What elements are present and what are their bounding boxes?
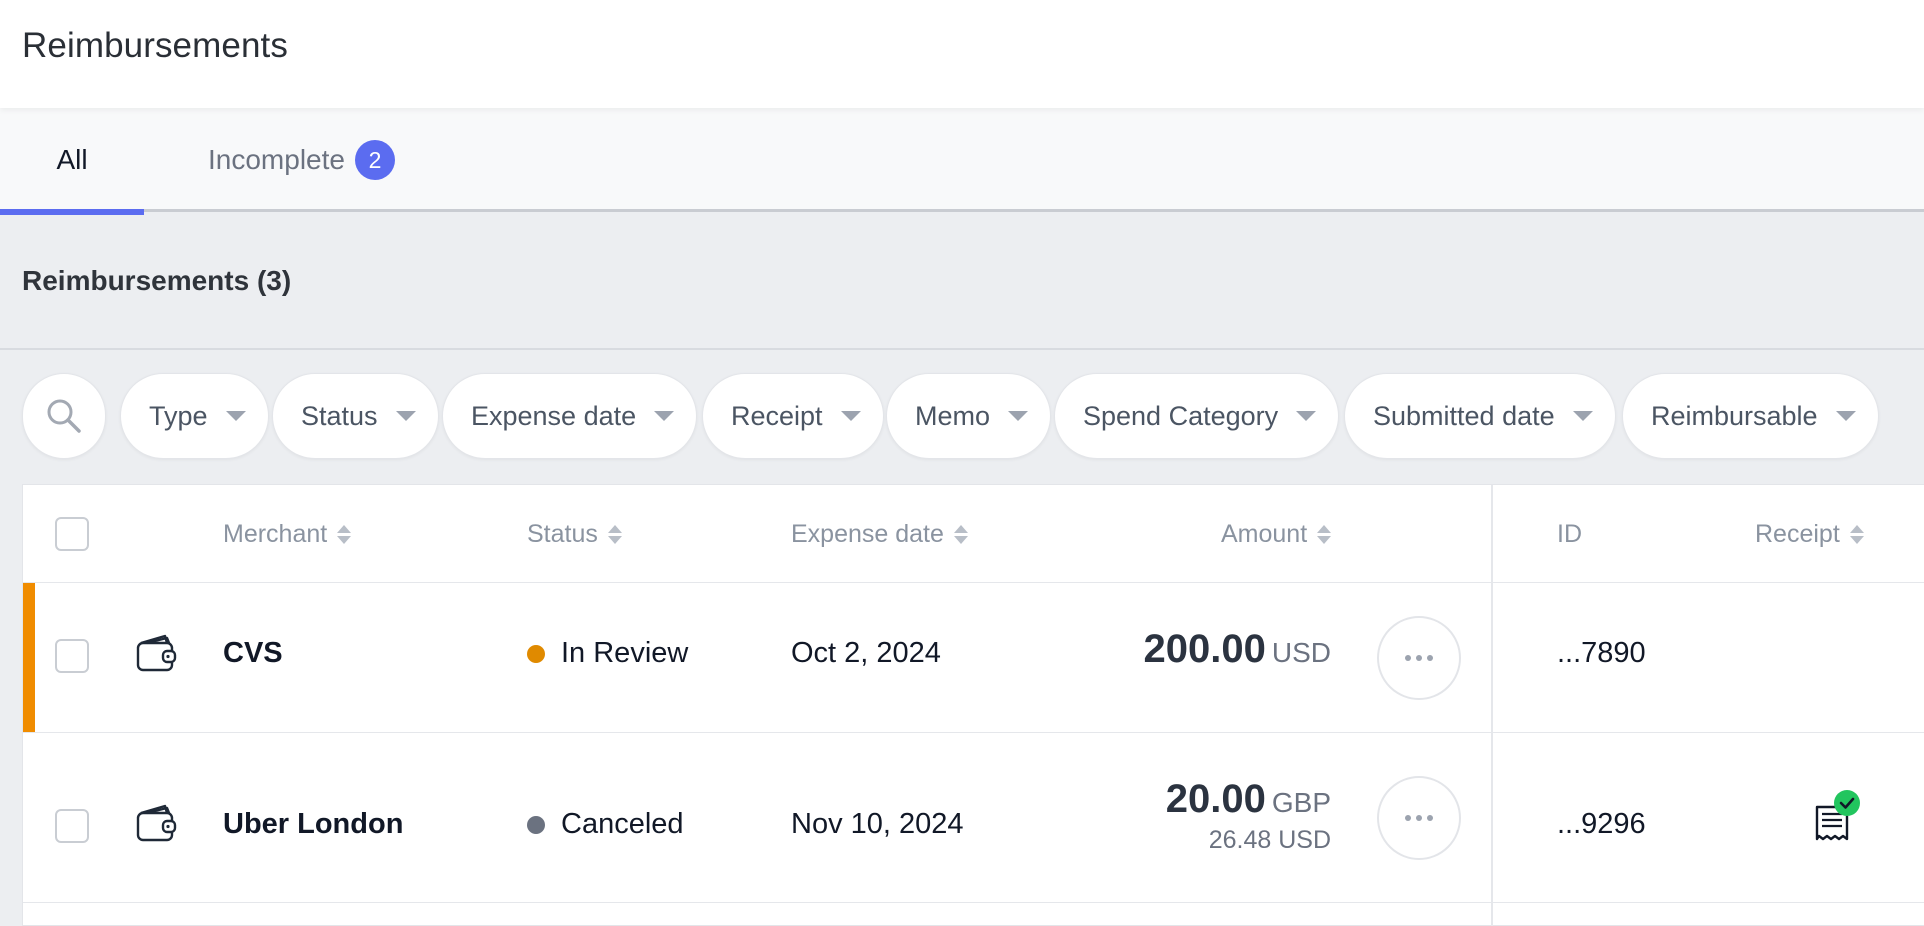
merchant-name: CVS <box>223 637 283 669</box>
sort-icon <box>1317 524 1332 544</box>
column-header-expense-date[interactable]: Expense date <box>791 485 968 583</box>
chevron-down-icon <box>395 411 416 421</box>
filter-status[interactable]: Status <box>272 373 439 459</box>
column-header-id[interactable]: ID <box>1557 485 1582 583</box>
table-row[interactable]: CVS In Review Oct 2, 2024 200.00 USD ...7… <box>23 583 1924 733</box>
sort-icon <box>1849 524 1864 544</box>
chevron-down-icon <box>1008 411 1029 421</box>
filter-receipt-label: Receipt <box>731 400 823 431</box>
tab-incomplete[interactable]: Incomplete 2 <box>208 108 395 212</box>
more-horizontal-icon <box>1405 655 1433 661</box>
search-icon <box>47 399 81 433</box>
select-all-checkbox[interactable] <box>55 517 89 551</box>
page-title: Reimbursements <box>22 26 288 65</box>
receipt-verified-icon <box>1815 790 1860 841</box>
filter-memo[interactable]: Memo <box>886 373 1052 459</box>
column-header-status-label: Status <box>527 519 598 548</box>
column-header-amount-label: Amount <box>1221 519 1308 548</box>
tab-bar: All Incomplete 2 <box>0 108 1924 215</box>
row-checkbox[interactable] <box>55 639 89 673</box>
status-dot <box>527 815 545 834</box>
status-dot <box>527 644 545 663</box>
page-header: Reimbursements <box>0 0 1924 108</box>
chevron-down-icon <box>654 411 675 421</box>
amount-value: 20.00 <box>1165 777 1266 821</box>
column-header-expense-date-label: Expense date <box>791 519 944 548</box>
status-badge: In Review <box>561 637 689 669</box>
reimbursements-table: Merchant Status Expense date Amount ID R… <box>22 484 1924 926</box>
row-checkbox[interactable] <box>55 809 89 843</box>
section-title: Reimbursements (3) <box>22 265 292 296</box>
filter-memo-label: Memo <box>915 400 991 431</box>
chevron-down-icon <box>840 411 861 421</box>
merchant-name: Uber London <box>223 808 404 840</box>
amount-value: 200.00 <box>1143 627 1266 671</box>
filter-type[interactable]: Type <box>120 373 269 459</box>
sort-icon <box>337 524 352 544</box>
more-actions-button[interactable] <box>1377 616 1461 700</box>
table-header: Merchant Status Expense date Amount ID R… <box>23 485 1924 583</box>
more-horizontal-icon <box>1405 815 1433 821</box>
filter-submitted-date[interactable]: Submitted date <box>1344 373 1616 459</box>
column-header-receipt-label: Receipt <box>1755 519 1840 548</box>
expense-date: Nov 10, 2024 <box>791 808 964 840</box>
filter-reimbursable-label: Reimbursable <box>1651 400 1818 431</box>
status-cell: In Review <box>527 637 688 670</box>
filter-spend-category[interactable]: Spend Category <box>1054 373 1340 459</box>
reimbursements-page: Reimbursements All Incomplete 2 Reimburs… <box>0 0 1924 926</box>
expense-id: ...9296 <box>1557 808 1646 840</box>
column-header-merchant[interactable]: Merchant <box>223 485 352 583</box>
search-button[interactable] <box>22 373 106 459</box>
column-header-id-label: ID <box>1557 519 1582 548</box>
incomplete-count-badge: 2 <box>354 140 395 180</box>
status-badge: Canceled <box>561 808 684 840</box>
status-cell: Canceled <box>527 808 684 841</box>
chevron-down-icon <box>1572 411 1593 421</box>
expense-date: Oct 2, 2024 <box>791 637 941 669</box>
wallet-icon <box>136 634 177 672</box>
chevron-down-icon <box>225 411 246 421</box>
more-actions-button[interactable] <box>1377 776 1461 860</box>
chevron-down-icon <box>1835 411 1856 421</box>
filter-receipt[interactable]: Receipt <box>702 373 884 459</box>
row-status-accent <box>23 583 35 732</box>
tab-incomplete-label: Incomplete <box>208 144 345 175</box>
column-header-amount[interactable]: Amount <box>1221 485 1332 583</box>
converted-amount: 26.48 USD <box>1208 826 1331 854</box>
tab-all-label: All <box>56 144 88 175</box>
sort-icon <box>953 524 968 544</box>
filter-type-label: Type <box>149 400 208 431</box>
table-row[interactable]: Uber London Canceled Nov 10, 2024 20.00 G… <box>23 733 1924 903</box>
filter-submitted-date-label: Submitted date <box>1373 400 1555 431</box>
tab-all[interactable]: All <box>0 108 144 215</box>
amount-currency: USD <box>1271 637 1331 668</box>
amount-cell: 200.00 USD <box>1144 627 1331 672</box>
filter-status-label: Status <box>301 400 378 431</box>
amount-cell: 20.00 GBP 26.48 USD <box>1166 777 1331 855</box>
filter-reimbursable[interactable]: Reimbursable <box>1622 373 1879 459</box>
sort-icon <box>607 524 622 544</box>
column-header-receipt[interactable]: Receipt <box>1755 485 1864 583</box>
filter-expense-date-label: Expense date <box>471 400 637 431</box>
chevron-down-icon <box>1296 411 1317 421</box>
amount-currency: GBP <box>1271 787 1331 818</box>
section-divider <box>0 348 1924 350</box>
receipt-cell[interactable] <box>1809 789 1861 845</box>
expense-id: ...7890 <box>1557 637 1646 669</box>
wallet-icon <box>136 804 177 842</box>
filter-spend-category-label: Spend Category <box>1083 400 1279 431</box>
column-header-status[interactable]: Status <box>527 485 622 583</box>
column-header-merchant-label: Merchant <box>223 519 328 548</box>
filter-expense-date[interactable]: Expense date <box>442 373 698 459</box>
